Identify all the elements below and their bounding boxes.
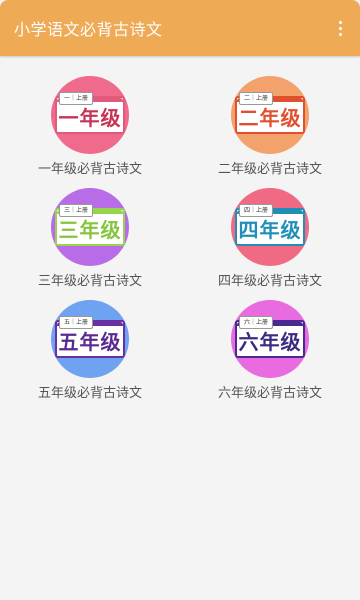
app-window: 小学语文必背古诗文 一｜上册 一年级 一年级必背古诗文 二｜上册 二年级 二年级…	[0, 0, 360, 600]
grade-badge-icon: 五｜上册 五年级	[51, 300, 129, 378]
grade-tag: 二｜上册	[239, 92, 274, 105]
overflow-menu-icon[interactable]	[330, 14, 350, 42]
grade-plate-text: 四年级	[238, 218, 302, 242]
app-title: 小学语文必背古诗文	[14, 20, 163, 39]
grade-plate: 五｜上册 五年级	[55, 316, 125, 358]
grade-card-6[interactable]: 六｜上册 六年级 六年级必背古诗文	[180, 300, 360, 412]
grade-label: 三年级必背古诗文	[37, 274, 142, 289]
grade-plate-text: 六年级	[238, 330, 302, 354]
grade-tag: 六｜上册	[239, 316, 274, 329]
overflow-dot	[338, 20, 342, 24]
grade-plate: 一｜上册 一年级	[55, 92, 125, 134]
grade-card-3[interactable]: 三｜上册 三年级 三年级必背古诗文	[0, 188, 180, 300]
grade-card-2[interactable]: 二｜上册 二年级 二年级必背古诗文	[180, 76, 360, 188]
grade-plate-text: 三年级	[58, 218, 122, 242]
grade-label: 五年级必背古诗文	[37, 386, 142, 401]
grade-plate-text: 一年级	[58, 106, 122, 130]
grade-tag: 四｜上册	[239, 204, 274, 217]
grade-plate: 二｜上册 二年级	[235, 92, 305, 134]
grade-label: 二年级必背古诗文	[217, 162, 322, 177]
grade-label: 一年级必背古诗文	[37, 162, 142, 177]
grade-badge-icon: 三｜上册 三年级	[51, 188, 129, 266]
grade-badge-icon: 四｜上册 四年级	[231, 188, 309, 266]
grade-badge-icon: 一｜上册 一年级	[51, 76, 129, 154]
grade-tag: 三｜上册	[59, 204, 94, 217]
app-toolbar: 小学语文必背古诗文	[0, 0, 360, 56]
grade-tag: 五｜上册	[59, 316, 94, 329]
overflow-dot	[338, 26, 342, 30]
grade-card-4[interactable]: 四｜上册 四年级 四年级必背古诗文	[180, 188, 360, 300]
grade-card-1[interactable]: 一｜上册 一年级 一年级必背古诗文	[0, 76, 180, 188]
grade-label: 六年级必背古诗文	[217, 386, 322, 401]
grade-card-5[interactable]: 五｜上册 五年级 五年级必背古诗文	[0, 300, 180, 412]
grade-plate-text: 五年级	[58, 330, 122, 354]
overflow-dot	[338, 32, 342, 36]
grade-plate: 六｜上册 六年级	[235, 316, 305, 358]
grade-label: 四年级必背古诗文	[217, 274, 322, 289]
grade-plate-text: 二年级	[238, 106, 302, 130]
grade-badge-icon: 六｜上册 六年级	[231, 300, 309, 378]
grade-tag: 一｜上册	[59, 92, 94, 105]
grade-plate: 三｜上册 三年级	[55, 204, 125, 246]
grade-badge-icon: 二｜上册 二年级	[231, 76, 309, 154]
grade-plate: 四｜上册 四年级	[235, 204, 305, 246]
